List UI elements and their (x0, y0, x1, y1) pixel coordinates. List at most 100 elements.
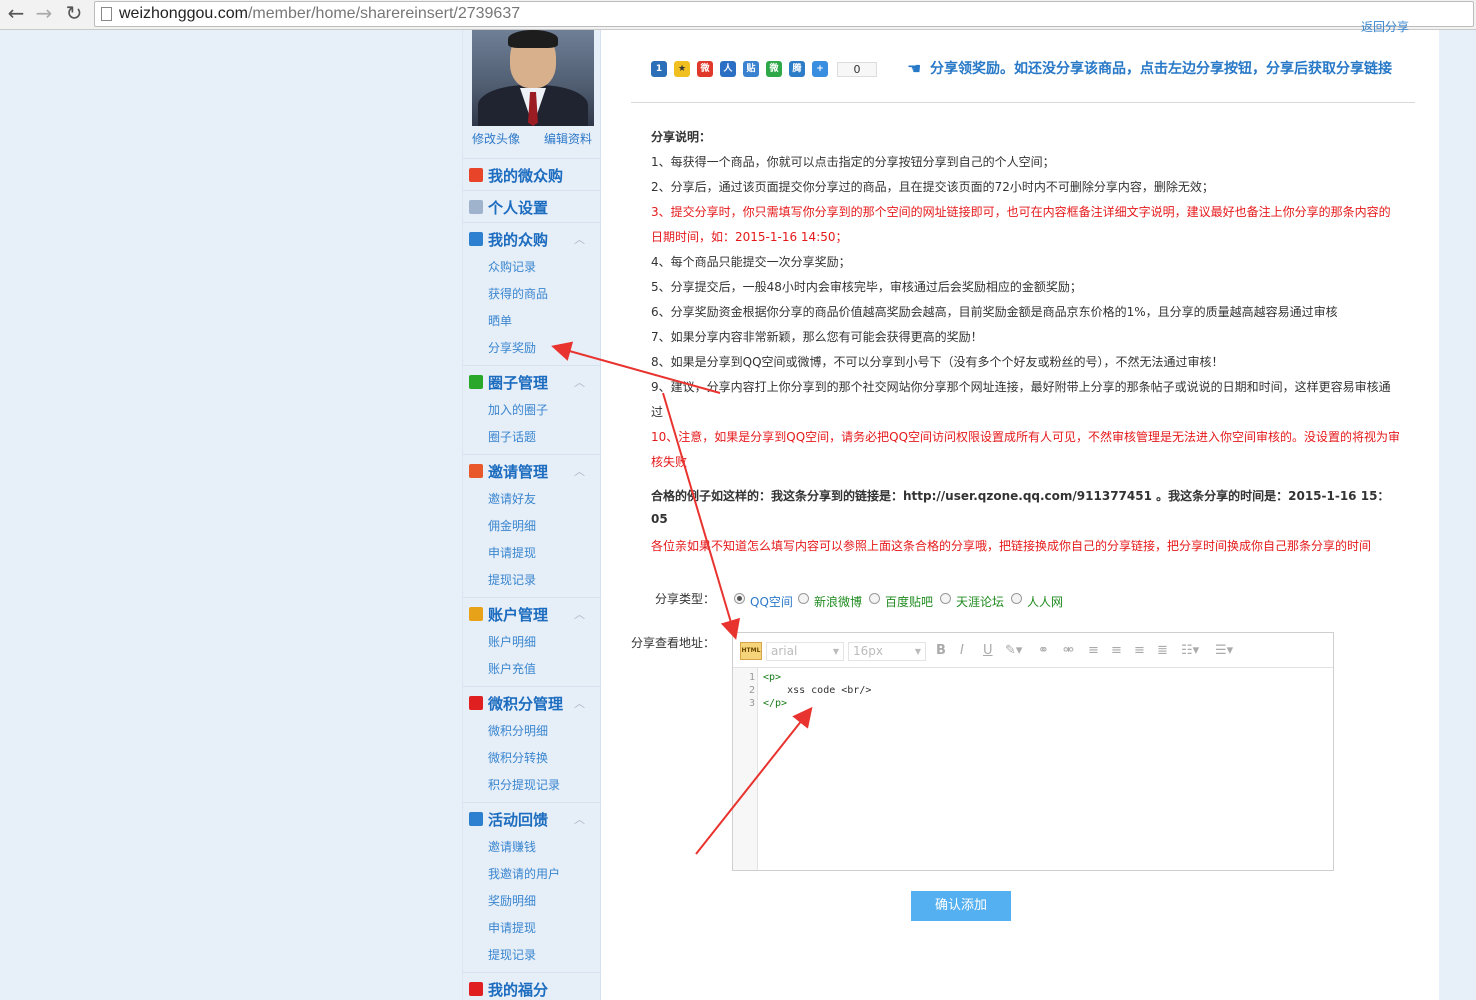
sidebar-subitem[interactable]: 奖励明细 (488, 892, 536, 909)
back-arrow-icon[interactable]: ← (4, 3, 28, 25)
share-type-label-option[interactable]: 天涯论坛 (956, 593, 1004, 610)
weibo-share-icon[interactable]: 微 (697, 61, 713, 77)
tencent-share-icon[interactable]: 腾 (789, 61, 805, 77)
chevron-up-icon[interactable]: ︿ (574, 374, 585, 390)
sidebar-subitem[interactable]: 申请提现 (488, 544, 536, 561)
sidebar-subitem[interactable]: 微积分转换 (488, 749, 548, 766)
gear-icon (469, 200, 483, 214)
share-type-radio[interactable] (869, 593, 880, 604)
underline-icon[interactable]: U (983, 643, 993, 658)
chevron-up-icon[interactable]: ︿ (574, 606, 585, 622)
share-type-radio[interactable] (1011, 593, 1022, 604)
menu-label: 邀请管理 (488, 463, 549, 481)
content-editor[interactable]: HTML arial ▼ 16px ▼ B I U ✎▾ ⚭ ⚮ ≡ ≡ ≡ ≣ ☷… (732, 632, 1334, 871)
unlink-icon[interactable]: ⚮ (1063, 643, 1074, 658)
reload-icon[interactable]: ↻ (62, 3, 86, 25)
menu-invite[interactable]: 邀请管理 ︿ (463, 454, 601, 486)
sidebar-subitem[interactable]: 积分提现记录 (488, 776, 560, 793)
more-share-icon[interactable]: + (812, 61, 828, 77)
align-right-icon[interactable]: ≡ (1134, 643, 1145, 658)
avatar (472, 30, 594, 126)
sidebar-subitem[interactable]: 账户明细 (488, 633, 536, 650)
sidebar-subitem[interactable]: 申请提现 (488, 919, 536, 936)
share-type-radio[interactable] (734, 593, 745, 604)
menu-gear[interactable]: 个人设置 (463, 190, 601, 222)
chevron-up-icon[interactable]: ︿ (574, 231, 585, 247)
sidebar-subitem[interactable]: 提现记录 (488, 946, 536, 963)
sidebar-subitem[interactable]: 我邀请的用户 (488, 865, 560, 882)
edit-profile-link[interactable]: 编辑资料 (544, 130, 592, 147)
activity-icon (469, 812, 483, 826)
chevron-up-icon[interactable]: ︿ (574, 695, 585, 711)
change-avatar-link[interactable]: 修改头像 (472, 130, 520, 147)
instruction-line: 过 (651, 405, 664, 419)
italic-icon[interactable]: I (960, 643, 964, 658)
forward-arrow-icon[interactable]: → (32, 3, 56, 25)
invite-icon (469, 464, 483, 478)
instruction-line: 5、分享提交后，一般48小时内会审核完毕，审核通过后会奖励相应的金额奖励； (651, 280, 1082, 294)
menu-activity[interactable]: 活动回馈 ︿ (463, 802, 601, 834)
code-line[interactable]: </p> (763, 698, 787, 709)
share-type-label-option[interactable]: 百度贴吧 (885, 593, 933, 610)
share-type-label: 分享类型： (655, 592, 716, 606)
sidebar-subitem[interactable]: 邀请好友 (488, 490, 536, 507)
sidebar-subitem[interactable]: 微积分明细 (488, 722, 548, 739)
sidebar-subitem[interactable]: 邀请赚钱 (488, 838, 536, 855)
chevron-up-icon[interactable]: ︿ (574, 463, 585, 479)
instruction-line: 1、每获得一个商品，你就可以点击指定的分享按钮分享到自己的个人空间； (651, 155, 1055, 169)
share-type-label-option[interactable]: 新浪微博 (814, 593, 862, 610)
align-left-icon[interactable]: ≡ (1088, 643, 1099, 658)
sidebar-subitem[interactable]: 分享奖励 (488, 339, 536, 356)
yen-icon (469, 607, 483, 621)
fortune-icon (469, 982, 483, 996)
html-source-button[interactable]: HTML (740, 642, 762, 660)
menu-yen[interactable]: 账户管理 ︿ (463, 597, 601, 629)
renren-share-icon[interactable]: 人 (720, 61, 736, 77)
share-type-label-option[interactable]: QQ空间 (750, 593, 793, 610)
tieba-share-icon[interactable]: 贴 (743, 61, 759, 77)
instruction-line: 各位亲如果不知道怎么填写内容可以参照上面这条合格的分享哦，把链接换成你自己的分享… (651, 539, 1372, 553)
menu-label: 账户管理 (488, 606, 549, 624)
browser-toolbar: ← → ↻ weizhonggou.com/member/home/sharer… (0, 0, 1476, 30)
wechat-share-icon[interactable]: 微 (766, 61, 782, 77)
sidebar-subitem[interactable]: 加入的圈子 (488, 401, 548, 418)
align-center-icon[interactable]: ≡ (1111, 643, 1122, 658)
favorite-share-icon[interactable]: ★ (674, 61, 690, 77)
share-type-label-option[interactable]: 人人网 (1027, 593, 1063, 610)
instruction-line: 6、分享奖励资金根据你分享的商品价值越高奖励会越高，目前奖励金额是商品京东价格的… (651, 305, 1338, 319)
instruction-line: 2、分享后，通过该页面提交你分享过的商品，且在提交该页面的72小时内不可删除分享… (651, 180, 1214, 194)
font-size-select[interactable]: 16px ▼ (848, 642, 926, 661)
sidebar-subitem[interactable]: 晒单 (488, 312, 512, 329)
bullet-list-icon[interactable]: ☷▾ (1181, 643, 1199, 658)
address-bar[interactable]: weizhonggou.com/member/home/sharereinser… (94, 1, 1474, 27)
instruction-line: 核失败 (651, 455, 688, 469)
code-line[interactable]: <p> (763, 672, 781, 683)
instruction-line: 10、注意，如果是分享到QQ空间，请务必把QQ空间访问权限设置成所有人可见，不然… (651, 430, 1401, 444)
code-line[interactable]: xss code <br/> (763, 685, 871, 696)
menu-home[interactable]: 我的微众购 (463, 158, 601, 190)
font-family-select[interactable]: arial ▼ (766, 642, 844, 661)
instruction-line: 05 (651, 512, 668, 526)
sidebar-subitem[interactable]: 获得的商品 (488, 285, 548, 302)
sidebar-subitem[interactable]: 佣金明细 (488, 517, 536, 534)
menu-fortune[interactable]: 我的福分 (463, 972, 601, 1000)
sidebar-subitem[interactable]: 众购记录 (488, 258, 536, 275)
numbered-list-icon[interactable]: ☰▾ (1215, 643, 1233, 658)
share-type-radio[interactable] (940, 593, 951, 604)
menu-cart[interactable]: 我的众购 ︿ (463, 222, 601, 254)
qzone-share-icon[interactable]: 1 (651, 61, 667, 77)
menu-points[interactable]: 微积分管理 ︿ (463, 686, 601, 718)
sidebar-subitem[interactable]: 圈子话题 (488, 428, 536, 445)
highlight-icon[interactable]: ✎▾ (1005, 643, 1022, 658)
sidebar-subitem[interactable]: 账户充值 (488, 660, 536, 677)
sidebar-subitem[interactable]: 提现记录 (488, 571, 536, 588)
menu-circle[interactable]: 圈子管理 ︿ (463, 365, 601, 397)
link-icon[interactable]: ⚭ (1038, 643, 1049, 658)
share-type-radio[interactable] (798, 593, 809, 604)
confirm-add-button[interactable]: 确认添加 (911, 891, 1011, 921)
chevron-up-icon[interactable]: ︿ (574, 811, 585, 827)
menu-label: 我的众购 (488, 231, 549, 249)
justify-icon[interactable]: ≣ (1157, 643, 1168, 658)
bold-icon[interactable]: B (936, 643, 946, 658)
back-share-link[interactable]: 返回分享 (1361, 18, 1409, 35)
